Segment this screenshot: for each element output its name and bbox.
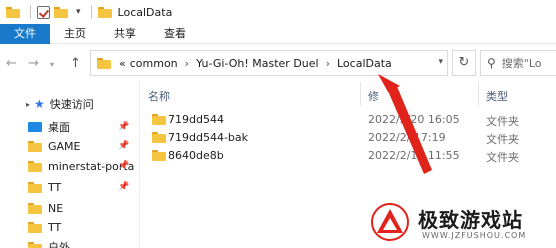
address-bar[interactable]: « common › Yu-Gi-Oh! Master Duel › Local… bbox=[90, 50, 448, 76]
folder-icon bbox=[152, 114, 166, 125]
folder-icon bbox=[28, 140, 42, 152]
file-name: 719dd544 bbox=[168, 113, 224, 126]
ribbon-tabs: 文件 主页 共享 查看 bbox=[0, 23, 556, 44]
breadcrumb-separator-icon[interactable]: › bbox=[326, 57, 330, 70]
sidebar-item-outdoor[interactable]: 户外 bbox=[0, 237, 140, 248]
breadcrumb-common[interactable]: common bbox=[130, 57, 178, 70]
desktop-icon bbox=[28, 122, 42, 132]
address-dropdown-icon[interactable]: ▾ bbox=[438, 57, 443, 67]
folder-icon bbox=[28, 202, 42, 214]
new-folder-icon[interactable] bbox=[54, 6, 68, 18]
breadcrumb-overflow[interactable]: « bbox=[119, 57, 126, 70]
breadcrumb-localdata[interactable]: LocalData bbox=[337, 57, 392, 70]
breadcrumb-separator-icon[interactable]: › bbox=[185, 57, 189, 70]
sidebar-item-label: TT bbox=[48, 220, 62, 234]
sidebar-item-game[interactable]: GAME 📌 bbox=[0, 136, 140, 156]
expand-arrow-icon[interactable]: ▸ bbox=[26, 100, 30, 109]
search-placeholder: 搜索"Lo bbox=[501, 57, 542, 70]
sidebar-item-label: TT bbox=[48, 180, 62, 194]
file-row[interactable]: 719dd544 2022/2/20 16:05 文件夹 bbox=[140, 110, 556, 130]
column-header-type[interactable]: 类型 bbox=[486, 88, 508, 104]
sidebar-item-desktop[interactable]: 桌面 📌 bbox=[0, 117, 140, 137]
sidebar-item-label: 快速访问 bbox=[49, 98, 94, 111]
column-divider[interactable] bbox=[360, 82, 361, 106]
sidebar-item-label: 桌面 bbox=[48, 121, 70, 134]
title-bar: ▾ LocalData bbox=[0, 0, 556, 24]
watermark-logo-icon bbox=[371, 203, 409, 241]
navigation-bar: ← → ▾ ↑ « common › Yu-Gi-Oh! Master Duel… bbox=[0, 44, 556, 82]
tab-file[interactable]: 文件 bbox=[0, 23, 50, 44]
up-arrow-icon[interactable]: ↑ bbox=[70, 56, 81, 71]
divider bbox=[30, 5, 31, 19]
pin-icon: 📌 bbox=[118, 161, 130, 171]
file-type: 文件夹 bbox=[486, 115, 519, 128]
folder-icon bbox=[152, 132, 166, 143]
file-type: 文件夹 bbox=[486, 133, 519, 146]
file-type: 文件夹 bbox=[486, 151, 519, 164]
search-box[interactable]: ⚲ 搜索"Lo bbox=[480, 50, 556, 76]
file-date: 2022/2/19 11:55 bbox=[368, 149, 460, 162]
file-name: 719dd544-bak bbox=[168, 131, 249, 144]
sidebar-item-label: GAME bbox=[48, 139, 81, 153]
pin-icon: 📌 bbox=[118, 122, 130, 132]
watermark: 极致游戏站 WWW.JZFUSHOU.COM bbox=[362, 196, 556, 248]
sidebar-item-label: NE bbox=[48, 201, 64, 215]
file-row[interactable]: 8640de8b 2022/2/19 11:55 文件夹 bbox=[140, 146, 556, 166]
column-header-date[interactable]: 修 bbox=[368, 88, 379, 104]
recent-locations-icon[interactable]: ▾ bbox=[50, 60, 54, 69]
watermark-name: 极致游戏站 bbox=[418, 208, 523, 232]
pin-icon: 📌 bbox=[118, 141, 130, 151]
sidebar-item-ne[interactable]: NE bbox=[0, 198, 140, 218]
sidebar-item-tt-2[interactable]: TT bbox=[0, 217, 140, 237]
divider bbox=[90, 5, 92, 19]
navigation-pane: ▸ ★ 快速访问 桌面 📌 GAME 📌 minerstat-porta 📌 T… bbox=[0, 92, 140, 248]
sidebar-item-minerstat[interactable]: minerstat-porta 📌 bbox=[0, 156, 140, 176]
folder-icon bbox=[28, 160, 42, 172]
search-icon: ⚲ bbox=[487, 56, 496, 70]
window-title: LocalData bbox=[117, 5, 173, 19]
star-icon: ★ bbox=[34, 97, 45, 111]
sidebar-item-label: 户外 bbox=[48, 241, 70, 248]
sidebar-quick-access[interactable]: ▸ ★ 快速访问 bbox=[0, 94, 140, 114]
file-date: 2022/2/ 17:19 bbox=[368, 131, 446, 144]
file-name: 8640de8b bbox=[168, 149, 224, 162]
tab-view[interactable]: 查看 bbox=[150, 24, 200, 44]
folder-icon bbox=[97, 6, 112, 18]
file-row[interactable]: 719dd544-bak 2022/2/ 17:19 文件夹 bbox=[140, 128, 556, 148]
properties-check-icon[interactable] bbox=[37, 5, 50, 19]
pin-icon: 📌 bbox=[118, 182, 130, 192]
folder-icon bbox=[97, 57, 111, 69]
watermark-url: WWW.JZFUSHOU.COM bbox=[422, 231, 527, 240]
refresh-button[interactable]: ↻ bbox=[452, 50, 476, 76]
folder-icon bbox=[28, 221, 42, 233]
column-header-name[interactable]: 名称 bbox=[148, 88, 170, 104]
refresh-icon: ↻ bbox=[458, 55, 470, 70]
breadcrumb-game[interactable]: Yu-Gi-Oh! Master Duel bbox=[196, 57, 319, 70]
column-divider[interactable] bbox=[478, 82, 479, 106]
tab-share[interactable]: 共享 bbox=[100, 24, 150, 44]
folder-icon bbox=[152, 150, 166, 161]
forward-arrow-icon[interactable]: → bbox=[28, 56, 39, 71]
folder-icon bbox=[28, 241, 42, 248]
back-arrow-icon[interactable]: ← bbox=[6, 56, 17, 71]
folder-icon[interactable] bbox=[6, 6, 20, 18]
customize-toolbar-icon[interactable]: ▾ bbox=[76, 7, 81, 17]
tab-home[interactable]: 主页 bbox=[50, 24, 100, 44]
column-headers: 名称 修 类型 bbox=[140, 82, 556, 106]
sidebar-item-tt[interactable]: TT 📌 bbox=[0, 177, 140, 197]
folder-icon bbox=[28, 181, 42, 193]
file-date: 2022/2/20 16:05 bbox=[368, 113, 460, 126]
watermark-logo bbox=[370, 202, 410, 242]
